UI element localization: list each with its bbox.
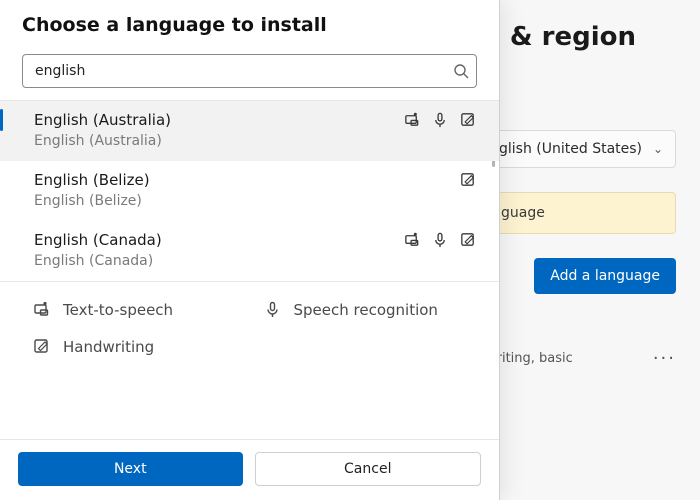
language-name: English (Belize)	[34, 171, 150, 189]
handwriting-icon	[32, 337, 51, 356]
language-name: English (Canada)	[34, 231, 162, 249]
modal-overlay: Choose a language to install English (Au…	[0, 0, 700, 500]
cancel-button[interactable]: Cancel	[255, 452, 482, 486]
language-native-name: English (Canada)	[34, 253, 477, 269]
text-to-speech-icon	[32, 300, 51, 319]
microphone-icon	[263, 300, 282, 319]
feature-icons	[459, 171, 477, 189]
next-button[interactable]: Next	[18, 452, 243, 486]
handwriting-icon	[459, 231, 477, 249]
feature-legend: Text-to-speech Speech recognition Handwr…	[0, 281, 499, 370]
install-language-dialog: Choose a language to install English (Au…	[0, 0, 500, 500]
legend-handwriting-label: Handwriting	[63, 338, 154, 356]
selection-accent	[0, 109, 3, 131]
text-to-speech-icon	[403, 231, 421, 249]
language-native-name: English (Australia)	[34, 133, 477, 149]
feature-icons	[403, 231, 477, 249]
legend-speech: Speech recognition	[263, 300, 476, 319]
microphone-icon	[431, 111, 449, 129]
language-native-name: English (Belize)	[34, 193, 477, 209]
language-item[interactable]: English (Canada) English (Canada)	[0, 221, 499, 281]
dialog-footer: Next Cancel	[0, 439, 499, 500]
legend-tts-label: Text-to-speech	[63, 301, 173, 319]
legend-speech-label: Speech recognition	[294, 301, 438, 319]
language-list: English (Australia)English (Australia)En…	[0, 100, 499, 281]
search-icon	[446, 62, 476, 80]
dialog-title: Choose a language to install	[22, 14, 477, 36]
language-name: English (Australia)	[34, 111, 171, 129]
language-item[interactable]: English (Australia) English (Australia)	[0, 101, 499, 161]
handwriting-icon	[459, 111, 477, 129]
search-input[interactable]	[23, 63, 446, 79]
dialog-header: Choose a language to install	[0, 0, 499, 46]
language-search[interactable]	[22, 54, 477, 88]
legend-handwriting: Handwriting	[32, 337, 245, 356]
microphone-icon	[431, 231, 449, 249]
text-to-speech-icon	[403, 111, 421, 129]
feature-icons	[403, 111, 477, 129]
language-item[interactable]: English (Belize) English (Belize)	[0, 161, 499, 221]
legend-tts: Text-to-speech	[32, 300, 245, 319]
handwriting-icon	[459, 171, 477, 189]
